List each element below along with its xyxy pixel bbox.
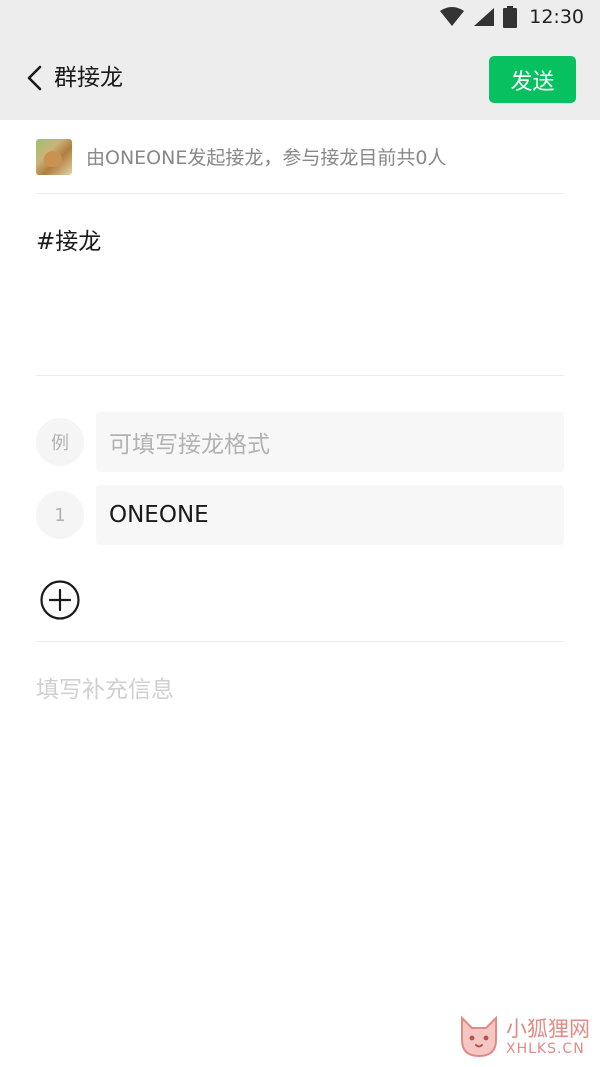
fox-logo-icon xyxy=(456,1014,502,1060)
entry-list: 例 可填写接龙格式 1 ONEONE xyxy=(36,376,564,545)
initiator-text: 由ONEONE发起接龙，参与接龙目前共0人 xyxy=(86,147,447,169)
chevron-left-icon[interactable] xyxy=(26,65,42,91)
entry-row: 1 ONEONE xyxy=(36,485,564,545)
top-bar: 12:30 群接龙 发送 xyxy=(0,0,600,120)
avatar[interactable] xyxy=(36,138,72,175)
status-icons: 12:30 xyxy=(439,6,584,28)
add-entry-button[interactable] xyxy=(40,579,80,620)
entry-row-example: 例 可填写接龙格式 xyxy=(36,412,564,472)
add-entry-row xyxy=(36,558,564,642)
status-time: 12:30 xyxy=(529,6,584,28)
format-input[interactable]: 可填写接龙格式 xyxy=(96,412,564,472)
entry-index: 例 xyxy=(36,418,84,466)
topic-text[interactable]: #接龙 xyxy=(36,222,564,256)
topic-input[interactable]: #接龙 xyxy=(36,194,564,376)
status-bar: 12:30 xyxy=(0,0,600,36)
watermark-text-cn: 小狐狸网 xyxy=(506,1017,590,1041)
screen: 12:30 群接龙 发送 由ONEONE发起接龙，参与接龙目前共0人 #接龙 例… xyxy=(0,0,600,1067)
main-content: 由ONEONE发起接龙，参与接龙目前共0人 #接龙 例 可填写接龙格式 1 ON… xyxy=(0,120,600,704)
extra-info-input[interactable]: 填写补充信息 xyxy=(36,642,564,704)
wifi-icon xyxy=(439,7,465,27)
entry-index: 1 xyxy=(36,491,84,539)
header: 群接龙 发送 xyxy=(0,36,600,120)
watermark: 小狐狸网 XHLKS.CN xyxy=(456,1014,590,1060)
battery-icon xyxy=(503,6,518,28)
page-title: 群接龙 xyxy=(54,65,123,91)
send-button[interactable]: 发送 xyxy=(489,56,576,103)
plus-circle-icon[interactable] xyxy=(40,579,80,620)
back-button[interactable] xyxy=(22,64,46,92)
initiator-info: 由ONEONE发起接龙，参与接龙目前共0人 xyxy=(36,120,564,194)
signal-icon xyxy=(473,7,495,27)
entry-input[interactable]: ONEONE xyxy=(96,485,564,545)
watermark-text-en: XHLKS.CN xyxy=(506,1041,585,1057)
watermark-text: 小狐狸网 XHLKS.CN xyxy=(506,1017,590,1057)
